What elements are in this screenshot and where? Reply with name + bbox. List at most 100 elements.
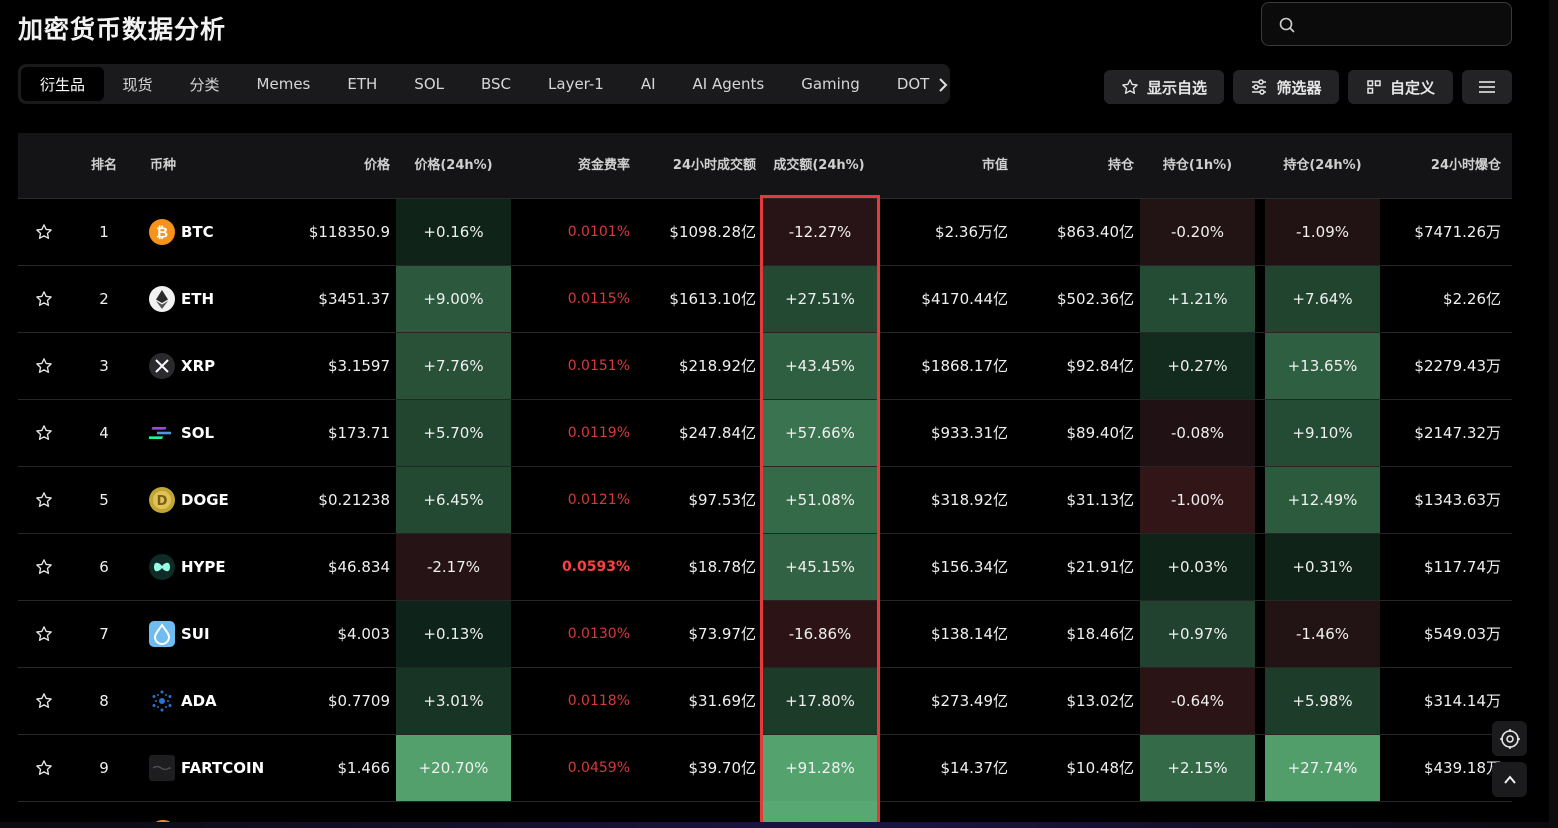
favorite-star-icon[interactable] [35, 223, 53, 241]
oi-1h-cell: +0.03% [1167, 558, 1228, 576]
show-watchlist-label: 显示自选 [1146, 78, 1207, 97]
show-watchlist-button[interactable]: 显示自选 [1104, 70, 1224, 104]
oi-1h-cell: -0.64% [1170, 692, 1225, 710]
funding-rate-cell: 0.0115% [567, 291, 630, 307]
tab-4[interactable]: ETH [329, 67, 396, 101]
coin-symbol[interactable]: SOL [181, 400, 214, 466]
back-to-top-button[interactable] [1492, 762, 1527, 797]
market-cap-cell: $273.49亿 [930, 692, 1008, 710]
col-coin[interactable]: 币种 [150, 133, 176, 199]
rank-cell: 1 [99, 223, 109, 241]
funding-rate-cell: 0.0118% [567, 693, 630, 709]
search-input[interactable] [1261, 2, 1512, 46]
col-volume[interactable]: 24小时成交额 [646, 133, 756, 199]
tab-5[interactable]: SOL [396, 67, 463, 101]
coin-symbol[interactable]: SUI [181, 601, 210, 667]
favorite-star-icon[interactable] [35, 625, 53, 643]
chevron-right-icon[interactable] [933, 73, 953, 97]
coin-symbol[interactable]: HYPE [181, 534, 226, 600]
market-cap-cell: $4170.44亿 [921, 290, 1008, 308]
coin-symbol[interactable]: DOGE [181, 467, 229, 533]
table-row[interactable]: 9 FARTCOIN $1.466 +20.70% 0.0459% $39.70亿 +91.… [18, 735, 1512, 802]
tab-0[interactable]: 衍生品 [21, 67, 105, 101]
customize-button[interactable]: 自定义 [1348, 70, 1453, 104]
table-row[interactable]: 8 ADA $0.7709 +3.01% 0.0118% $31.69亿 +17.80% $2… [18, 668, 1512, 735]
tab-3[interactable]: Memes [238, 67, 329, 101]
table-row[interactable]: 3 XRP $3.1597 +7.76% 0.0151% $218.92亿 +43.45% $… [18, 333, 1512, 400]
col-price[interactable]: 价格 [280, 133, 390, 199]
rank-cell: 6 [99, 558, 109, 576]
table-row[interactable]: 5 D DOGE $0.21238 +6.45% 0.0121% $97.53亿 +51.08… [18, 467, 1512, 534]
cookie-settings-button[interactable] [1492, 721, 1527, 756]
col-rank[interactable]: 排名 [88, 133, 120, 199]
svg-text:D: D [157, 494, 168, 509]
oi-24h-cell: +12.49% [1287, 491, 1358, 509]
favorite-star-icon[interactable] [35, 491, 53, 509]
tab-7[interactable]: Layer-1 [530, 67, 623, 101]
col-price-change[interactable]: 价格(24h%) [396, 133, 511, 199]
grid-icon [1367, 80, 1381, 94]
price-change-cell: -2.17% [426, 558, 481, 576]
sliders-icon [1252, 79, 1267, 95]
star-outline-icon [1122, 79, 1138, 94]
volume-change-cell: +57.66% [785, 424, 855, 442]
table-row[interactable]: 4 SOL $173.71 +5.70% 0.0119% $247.84亿 +57.66% $… [18, 400, 1512, 467]
table-row[interactable]: 2 ETH $3451.37 +9.00% 0.0115% $1613.10亿 +27.51… [18, 266, 1512, 333]
col-liquidations[interactable]: 24小时爆仓 [1391, 133, 1501, 199]
rank-cell: 5 [99, 491, 109, 509]
favorite-star-icon[interactable] [35, 759, 53, 777]
price-change-cell: +9.00% [423, 290, 484, 308]
open-interest-cell: $92.84亿 [1066, 357, 1135, 375]
price-cell: $1.466 [337, 759, 391, 777]
market-cap-cell: $1868.17亿 [921, 357, 1008, 375]
column-settings-button[interactable] [1462, 70, 1512, 104]
price-change-cell: +5.70% [423, 424, 484, 442]
table-header: 排名 币种 价格 价格(24h%) 资金费率 24小时成交额 成交额(24h%)… [18, 133, 1512, 199]
col-market-cap[interactable]: 市值 [898, 133, 1008, 199]
favorite-star-icon[interactable] [35, 558, 53, 576]
col-oi-24h[interactable]: 持仓(24h%) [1265, 133, 1380, 199]
tab-8[interactable]: AI [622, 67, 674, 101]
oi-24h-cell: +27.74% [1287, 759, 1358, 777]
coin-symbol[interactable]: BTC [181, 199, 214, 265]
price-cell: $118350.9 [308, 223, 390, 241]
tab-9[interactable]: AI Agents [674, 67, 783, 101]
gear-icon [1499, 728, 1520, 749]
tab-1[interactable]: 现货 [104, 67, 171, 101]
volume-change-heat-partial [763, 801, 877, 823]
favorite-star-icon[interactable] [35, 424, 53, 442]
tab-6[interactable]: BSC [462, 67, 529, 101]
oi-24h-cell: -1.46% [1295, 625, 1350, 643]
open-interest-cell: $502.36亿 [1056, 290, 1134, 308]
liquidations-cell: $1343.63万 [1414, 491, 1501, 509]
price-cell: $4.003 [337, 625, 391, 643]
favorite-star-icon[interactable] [35, 692, 53, 710]
volume-change-cell: -16.86% [788, 625, 852, 643]
price-cell: $3451.37 [318, 290, 390, 308]
coin-symbol[interactable]: ADA [181, 668, 217, 734]
funding-rate-cell: 0.0101% [567, 224, 630, 240]
col-volume-change[interactable]: 成交额(24h%) [760, 133, 878, 199]
coin-symbol[interactable]: XRP [181, 333, 215, 399]
table-row[interactable]: 6 HYPE $46.834 -2.17% 0.0593% $18.78亿 +45.15% $… [18, 534, 1512, 601]
col-funding-rate[interactable]: 资金费率 [520, 133, 630, 199]
table-row[interactable]: 7 SUI $4.003 +0.13% 0.0130% $73.97亿 -16.86% $13… [18, 601, 1512, 668]
category-tabs: 衍生品 现货 分类 Memes ETH SOL BSC Layer-1 AI AI Agents G… [18, 64, 950, 104]
coin-symbol[interactable]: ETH [181, 266, 214, 332]
liquidations-cell: $2.26亿 [1443, 290, 1501, 308]
oi-1h-cell: -0.20% [1170, 223, 1225, 241]
tab-10[interactable]: Gaming [783, 67, 879, 101]
market-cap-cell: $318.92亿 [930, 491, 1008, 509]
tab-2[interactable]: 分类 [171, 67, 238, 101]
filter-button[interactable]: 筛选器 [1233, 70, 1339, 104]
coin-symbol[interactable]: FARTCOIN [181, 735, 264, 801]
table-row[interactable]: 1 ₿ BTC $118350.9 +0.16% 0.0101% $1098.28亿 -12.… [18, 199, 1512, 266]
open-interest-cell: $863.40亿 [1056, 223, 1134, 241]
menu-lines-icon [1479, 81, 1495, 93]
favorite-star-icon[interactable] [35, 290, 53, 308]
price-cell: $46.834 [327, 558, 390, 576]
favorite-star-icon[interactable] [35, 357, 53, 375]
col-oi-1h[interactable]: 持仓(1h%) [1140, 133, 1255, 199]
scrollbar-track[interactable] [1549, 0, 1558, 828]
col-open-interest[interactable]: 持仓 [1024, 133, 1134, 199]
